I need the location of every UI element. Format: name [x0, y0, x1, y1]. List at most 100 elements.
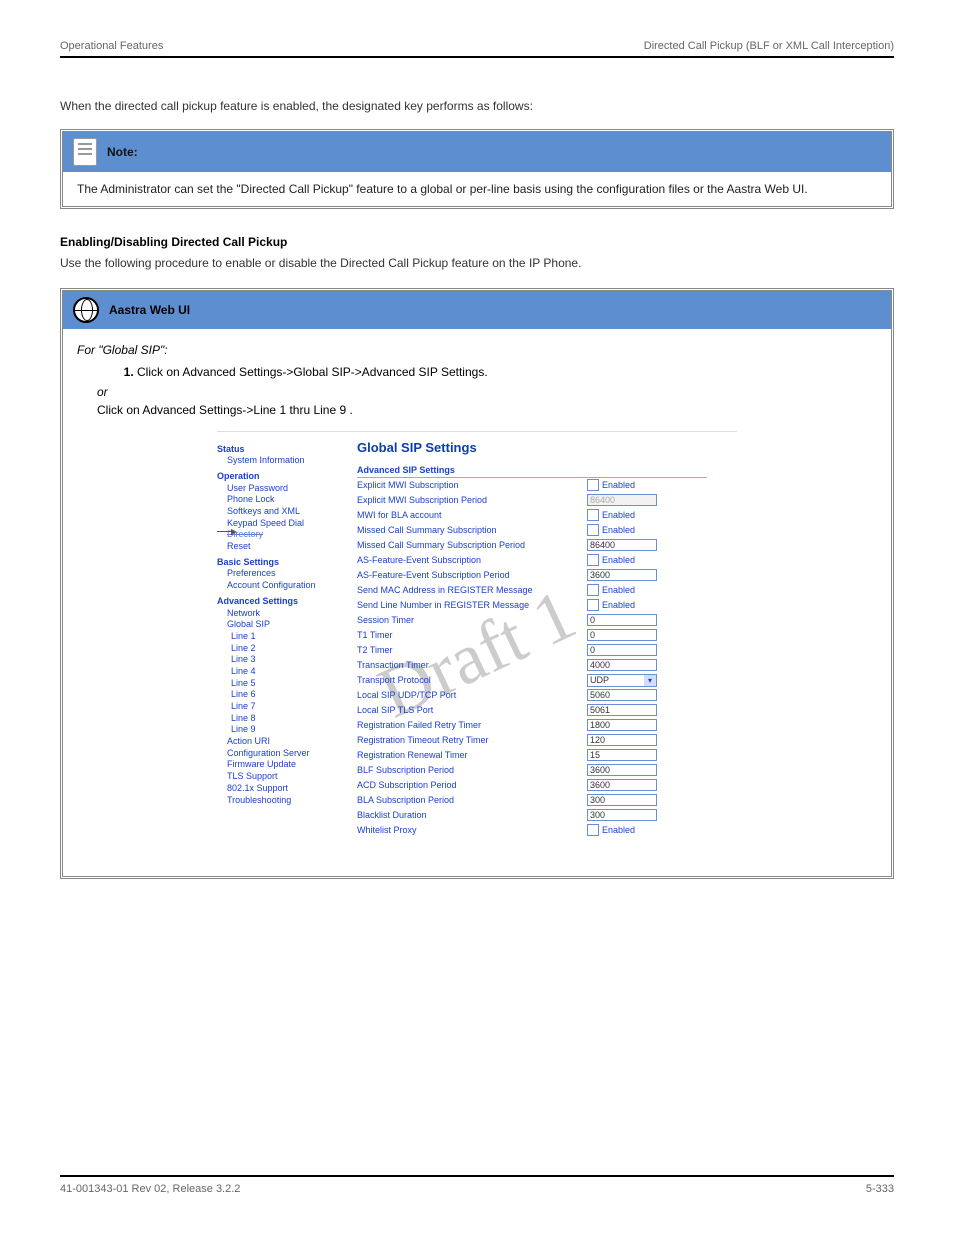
sidebar-item-line-4[interactable]: Line 4 [231, 666, 357, 678]
checkbox[interactable] [587, 584, 599, 596]
setting-label: AS-Feature-Event Subscription Period [357, 570, 587, 580]
sidebar-item-firmware-update[interactable]: Firmware Update [227, 759, 357, 771]
setting-label: Registration Renewal Timer [357, 750, 587, 760]
sidebar-item-softkeys-xml[interactable]: Softkeys and XML [227, 506, 357, 518]
enabled-label: Enabled [602, 555, 635, 565]
header-left: Operational Features [60, 40, 163, 52]
sidebar-item-reset[interactable]: Reset [227, 541, 357, 553]
setting-row: Transport ProtocolUDP▾ [357, 673, 717, 688]
text-input[interactable] [587, 779, 657, 791]
text-input[interactable] [587, 614, 657, 626]
sidebar-item-802-1x-support[interactable]: 802.1x Support [227, 783, 357, 795]
text-input[interactable] [587, 704, 657, 716]
text-input[interactable] [587, 794, 657, 806]
setting-label: Send MAC Address in REGISTER Message [357, 585, 587, 595]
text-input [587, 494, 657, 506]
setting-label: T2 Timer [357, 645, 587, 655]
sidebar-item-user-password[interactable]: User Password [227, 483, 357, 495]
setting-label: Explicit MWI Subscription Period [357, 495, 587, 505]
step-or: or [97, 385, 877, 399]
setting-label: Explicit MWI Subscription [357, 480, 587, 490]
text-input[interactable] [587, 629, 657, 641]
note-header: Note: [63, 132, 891, 172]
sidebar-item-line-3[interactable]: Line 3 [231, 654, 357, 666]
sidebar-item-configuration-server[interactable]: Configuration Server [227, 748, 357, 760]
setting-row: T1 Timer [357, 628, 717, 643]
intro-text: When the directed call pickup feature is… [60, 98, 894, 115]
setting-row: T2 Timer [357, 643, 717, 658]
setting-row: Whitelist ProxyEnabled [357, 823, 717, 838]
sidebar-item-phone-lock[interactable]: Phone Lock [227, 494, 357, 506]
text-input[interactable] [587, 689, 657, 701]
text-input[interactable] [587, 644, 657, 656]
checkbox[interactable] [587, 509, 599, 521]
setting-label: Transaction Timer [357, 660, 587, 670]
sidebar-item-preferences[interactable]: Preferences [227, 568, 357, 580]
setting-label: Blacklist Duration [357, 810, 587, 820]
note-title: Note: [107, 145, 138, 159]
setting-label: Local SIP TLS Port [357, 705, 587, 715]
setting-label: Local SIP UDP/TCP Port [357, 690, 587, 700]
checkbox[interactable] [587, 554, 599, 566]
content-title: Global SIP Settings [357, 440, 737, 455]
instructions-steps: Click on Advanced Settings->Global SIP->… [97, 365, 877, 379]
note-box: Note: The Administrator can set the "Dir… [60, 129, 894, 209]
sidebar-item-line-1[interactable]: Line 1 [231, 631, 357, 643]
setting-label: Registration Failed Retry Timer [357, 720, 587, 730]
setting-row: ACD Subscription Period [357, 778, 717, 793]
sidebar-item-line-8[interactable]: Line 8 [231, 713, 357, 725]
sidebar-operation: Operation [217, 471, 357, 483]
setting-row: AS-Feature-Event Subscription Period [357, 568, 717, 583]
setting-row: MWI for BLA account Enabled [357, 508, 717, 523]
setting-label: ACD Subscription Period [357, 780, 587, 790]
sidebar-item-global-sip[interactable]: Global SIP [227, 619, 357, 631]
setting-row: Local SIP TLS Port [357, 703, 717, 718]
text-input[interactable] [587, 719, 657, 731]
sidebar-item-action-uri[interactable]: Action URI [227, 736, 357, 748]
sidebar-item-tls-support[interactable]: TLS Support [227, 771, 357, 783]
sidebar-item-system-information[interactable]: System Information [227, 455, 357, 467]
web-ui-box: Aastra Web UI For "Global SIP": Click on… [60, 288, 894, 879]
sidebar-item-line-7[interactable]: Line 7 [231, 701, 357, 713]
sidebar-item-account-configuration[interactable]: Account Configuration [227, 580, 357, 592]
sidebar-item-network[interactable]: Network [227, 608, 357, 620]
note-body: The Administrator can set the "Directed … [63, 172, 891, 206]
text-input[interactable] [587, 569, 657, 581]
setting-row: Explicit MWI Subscription Period [357, 493, 717, 508]
text-input[interactable] [587, 749, 657, 761]
setting-label: AS-Feature-Event Subscription [357, 555, 587, 565]
setting-label: Whitelist Proxy [357, 825, 587, 835]
checkbox[interactable] [587, 599, 599, 611]
setting-row: Missed Call Summary Subscription Period [357, 538, 717, 553]
text-input[interactable] [587, 809, 657, 821]
sidebar-item-troubleshooting[interactable]: Troubleshooting [227, 795, 357, 807]
checkbox[interactable] [587, 824, 599, 836]
content-pane: Global SIP Settings Advanced SIP Setting… [357, 440, 737, 838]
checkbox[interactable] [587, 479, 599, 491]
enabled-label: Enabled [602, 600, 635, 610]
setting-row: Session Timer [357, 613, 717, 628]
setting-row: AS-Feature-Event Subscription Enabled [357, 553, 717, 568]
sidebar-item-line-2[interactable]: Line 2 [231, 643, 357, 655]
setting-label: Session Timer [357, 615, 587, 625]
sidebar-item-line-6[interactable]: Line 6 [231, 689, 357, 701]
sidebar-status: Status [217, 444, 357, 456]
text-input[interactable] [587, 734, 657, 746]
enabled-label: Enabled [602, 510, 635, 520]
sidebar-item-directory[interactable]: Directory [227, 529, 357, 541]
sidebar-item-keypad-speed-dial[interactable]: Keypad Speed Dial [227, 518, 357, 530]
sidebar-advanced-settings: Advanced Settings [217, 596, 357, 608]
setting-row: Send Line Number in REGISTER Message Enab… [357, 598, 717, 613]
text-input[interactable] [587, 659, 657, 671]
setting-label: Send Line Number in REGISTER Message [357, 600, 587, 610]
select-input[interactable]: UDP▾ [587, 674, 657, 687]
text-input[interactable] [587, 539, 657, 551]
sidebar-item-line-5[interactable]: Line 5 [231, 678, 357, 690]
globe-icon [73, 297, 99, 323]
sidebar-item-line-9[interactable]: Line 9 [231, 724, 357, 736]
web-ui-for-global: For "Global SIP": [77, 343, 877, 357]
checkbox[interactable] [587, 524, 599, 536]
footer-rule [60, 1175, 894, 1177]
setting-label: MWI for BLA account [357, 510, 587, 520]
text-input[interactable] [587, 764, 657, 776]
